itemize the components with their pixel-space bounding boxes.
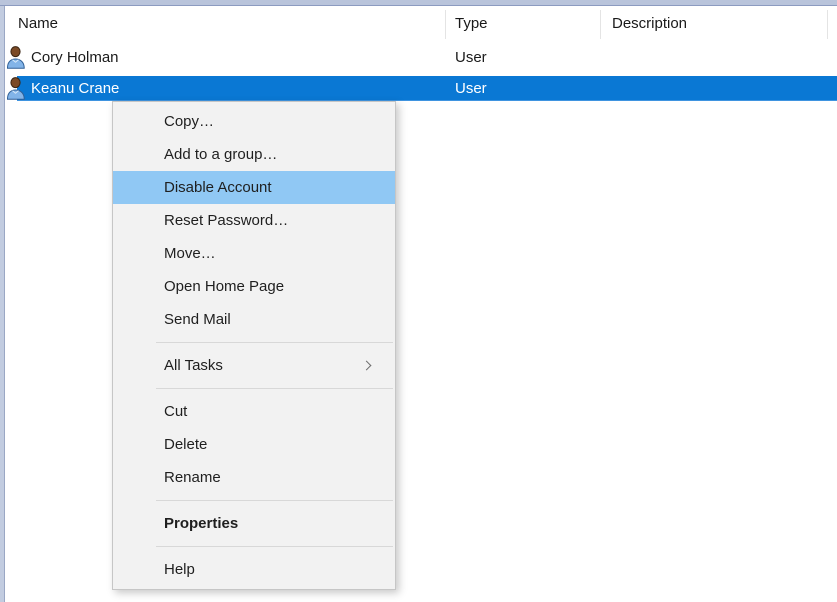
row-name: Keanu Crane bbox=[31, 76, 119, 101]
table-row[interactable]: Keanu Crane User bbox=[17, 76, 837, 101]
users-list-view: Name Type Description Cory Holman User Ke… bbox=[0, 0, 837, 602]
menu-item-delete[interactable]: Delete bbox=[113, 428, 395, 461]
chevron-right-icon bbox=[362, 361, 372, 371]
menu-item-rename[interactable]: Rename bbox=[113, 461, 395, 494]
column-divider[interactable] bbox=[445, 10, 446, 39]
menu-item-open-home-page[interactable]: Open Home Page bbox=[113, 270, 395, 303]
menu-item-help[interactable]: Help bbox=[113, 553, 395, 586]
column-header-name[interactable]: Name bbox=[18, 14, 58, 34]
table-row[interactable]: Cory Holman User bbox=[17, 45, 837, 70]
context-menu: Copy…Add to a group…Disable AccountReset… bbox=[112, 101, 396, 590]
row-type: User bbox=[455, 45, 487, 70]
menu-item-cut[interactable]: Cut bbox=[113, 395, 395, 428]
column-header-description[interactable]: Description bbox=[612, 14, 687, 34]
menu-item-add-to-a-group[interactable]: Add to a group… bbox=[113, 138, 395, 171]
menu-item-properties[interactable]: Properties bbox=[113, 507, 395, 540]
window-left-strip bbox=[0, 6, 5, 602]
menu-separator bbox=[156, 388, 393, 389]
menu-separator bbox=[156, 500, 393, 501]
column-divider[interactable] bbox=[827, 10, 828, 39]
user-icon bbox=[6, 46, 26, 69]
user-icon bbox=[6, 77, 26, 100]
row-type: User bbox=[455, 76, 487, 101]
menu-item-disable-account[interactable]: Disable Account bbox=[113, 171, 395, 204]
menu-item-reset-password[interactable]: Reset Password… bbox=[113, 204, 395, 237]
column-header-type[interactable]: Type bbox=[455, 14, 488, 34]
menu-separator bbox=[156, 546, 393, 547]
menu-item-copy[interactable]: Copy… bbox=[113, 105, 395, 138]
menu-item-move[interactable]: Move… bbox=[113, 237, 395, 270]
window-top-strip bbox=[0, 0, 837, 6]
row-name: Cory Holman bbox=[31, 45, 119, 70]
menu-item-send-mail[interactable]: Send Mail bbox=[113, 303, 395, 336]
column-divider[interactable] bbox=[600, 10, 601, 39]
menu-separator bbox=[156, 342, 393, 343]
menu-item-all-tasks[interactable]: All Tasks bbox=[113, 349, 395, 382]
